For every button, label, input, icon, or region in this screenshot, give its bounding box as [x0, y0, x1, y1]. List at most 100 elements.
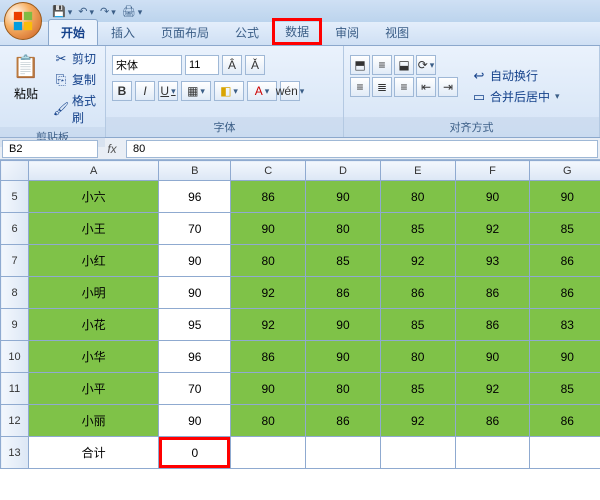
cell[interactable]: 95 — [159, 309, 231, 341]
name-box[interactable] — [2, 140, 98, 158]
merge-center-button[interactable]: ▭合并后居中 — [468, 87, 563, 106]
spreadsheet[interactable]: A B C D E F G H 5小六968690809090916小王7090… — [0, 160, 600, 469]
cut-button[interactable]: ✂剪切 — [50, 49, 99, 68]
cell[interactable]: 小平 — [29, 373, 159, 405]
format-painter-button[interactable]: 🖌格式刷 — [50, 91, 99, 127]
tab-formulas[interactable]: 公式 — [222, 19, 272, 45]
cell[interactable]: 90 — [306, 341, 381, 373]
col-header[interactable]: B — [159, 161, 231, 181]
align-top-button[interactable]: ⬒ — [350, 55, 370, 75]
col-header[interactable]: C — [231, 161, 306, 181]
cell[interactable]: 86 — [306, 277, 381, 309]
cell[interactable]: 86 — [455, 277, 530, 309]
align-bottom-button[interactable]: ⬓ — [394, 55, 414, 75]
cell[interactable]: 85 — [380, 309, 455, 341]
cell[interactable] — [231, 437, 306, 469]
cell[interactable]: 80 — [380, 181, 455, 213]
cell[interactable]: 96 — [159, 181, 231, 213]
row-header[interactable]: 13 — [1, 437, 29, 469]
cell[interactable]: 86 — [306, 405, 381, 437]
cell[interactable]: 70 — [159, 213, 231, 245]
cell[interactable]: 小六 — [29, 181, 159, 213]
copy-button[interactable]: ⎘复制 — [50, 70, 99, 89]
cell[interactable]: 85 — [306, 245, 381, 277]
align-right-button[interactable]: ≡ — [394, 77, 414, 97]
print-icon[interactable]: 🖨 — [122, 5, 143, 18]
cell[interactable]: 90 — [159, 405, 231, 437]
align-middle-button[interactable]: ≡ — [372, 55, 392, 75]
orientation-button[interactable]: ⟳ — [416, 55, 436, 75]
tab-review[interactable]: 审阅 — [322, 19, 372, 45]
cell[interactable] — [380, 437, 455, 469]
col-header[interactable]: G — [530, 161, 600, 181]
row-header[interactable]: 11 — [1, 373, 29, 405]
font-size-select[interactable] — [185, 55, 219, 75]
col-header[interactable]: A — [29, 161, 159, 181]
font-name-select[interactable] — [112, 55, 182, 75]
cell[interactable]: 92 — [455, 213, 530, 245]
cell[interactable]: 90 — [530, 181, 600, 213]
cell[interactable]: 80 — [380, 341, 455, 373]
col-header[interactable]: D — [306, 161, 381, 181]
cell[interactable]: 92 — [231, 309, 306, 341]
font-color-button[interactable]: A — [247, 81, 277, 101]
cell[interactable]: 86 — [231, 341, 306, 373]
cell[interactable]: 86 — [530, 245, 600, 277]
decrease-indent-button[interactable]: ⇤ — [416, 77, 436, 97]
cell[interactable]: 合计 — [29, 437, 159, 469]
save-icon[interactable]: 💾 — [52, 5, 72, 18]
select-all-corner[interactable] — [1, 161, 29, 181]
row-header[interactable]: 5 — [1, 181, 29, 213]
row-header[interactable]: 6 — [1, 213, 29, 245]
redo-icon[interactable]: ↷ — [100, 5, 116, 18]
cell[interactable]: 小红 — [29, 245, 159, 277]
underline-button[interactable]: U — [158, 81, 178, 101]
decrease-font-button[interactable]: Ǎ — [245, 55, 265, 75]
align-left-button[interactable]: ≡ — [350, 77, 370, 97]
cell[interactable]: 85 — [380, 373, 455, 405]
cell[interactable]: 96 — [159, 341, 231, 373]
row-header[interactable]: 9 — [1, 309, 29, 341]
row-header[interactable]: 8 — [1, 277, 29, 309]
col-header[interactable]: E — [380, 161, 455, 181]
align-center-button[interactable]: ≣ — [372, 77, 392, 97]
cell[interactable]: 70 — [159, 373, 231, 405]
cell[interactable]: 92 — [380, 245, 455, 277]
fill-color-button[interactable]: ◧ — [214, 81, 244, 101]
paste-button[interactable]: 📋 粘贴 — [6, 49, 46, 127]
wrap-text-button[interactable]: ↩自动换行 — [468, 66, 563, 85]
phonetic-button[interactable]: wén — [280, 81, 300, 101]
cell[interactable]: 80 — [231, 405, 306, 437]
cell[interactable]: 90 — [231, 213, 306, 245]
cell[interactable]: 90 — [159, 277, 231, 309]
cell[interactable]: 90 — [530, 341, 600, 373]
cell[interactable]: 83 — [530, 309, 600, 341]
cell[interactable]: 85 — [530, 213, 600, 245]
cell[interactable]: 92 — [380, 405, 455, 437]
cell[interactable]: 85 — [380, 213, 455, 245]
cell[interactable]: 90 — [455, 181, 530, 213]
bold-button[interactable]: B — [112, 81, 132, 101]
tab-page-layout[interactable]: 页面布局 — [148, 19, 222, 45]
tab-insert[interactable]: 插入 — [98, 19, 148, 45]
cell[interactable]: 86 — [530, 277, 600, 309]
row-header[interactable]: 12 — [1, 405, 29, 437]
cell[interactable]: 92 — [455, 373, 530, 405]
cell[interactable]: 90 — [306, 309, 381, 341]
cell[interactable]: 92 — [231, 277, 306, 309]
italic-button[interactable]: I — [135, 81, 155, 101]
cell[interactable]: 80 — [306, 373, 381, 405]
cell[interactable]: 90 — [306, 181, 381, 213]
fx-icon[interactable]: fx — [100, 142, 124, 156]
cell[interactable]: 90 — [159, 245, 231, 277]
cell[interactable]: 86 — [380, 277, 455, 309]
tab-view[interactable]: 视图 — [372, 19, 422, 45]
cell[interactable]: 小王 — [29, 213, 159, 245]
row-header[interactable]: 10 — [1, 341, 29, 373]
cell[interactable]: 90 — [455, 341, 530, 373]
cell[interactable]: 86 — [455, 309, 530, 341]
cell[interactable]: 小明 — [29, 277, 159, 309]
tab-data[interactable]: 数据 — [272, 18, 322, 45]
row-header[interactable]: 7 — [1, 245, 29, 277]
col-header[interactable]: F — [455, 161, 530, 181]
